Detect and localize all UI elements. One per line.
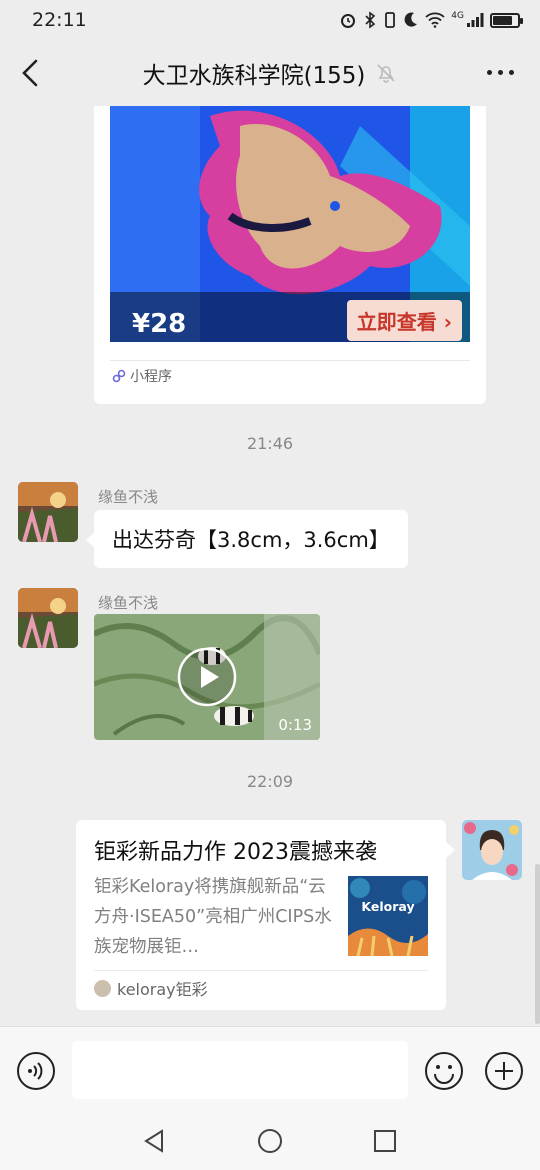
view-now-button[interactable]: 立即查看 › <box>346 300 462 341</box>
video-duration: 0:13 <box>278 716 312 734</box>
scrollbar[interactable] <box>535 864 540 1024</box>
divider <box>94 970 428 971</box>
bluetooth-icon <box>365 11 376 29</box>
message-input[interactable] <box>72 1041 408 1099</box>
system-navigation <box>0 1114 540 1170</box>
emoji-icon[interactable] <box>424 1051 464 1091</box>
article-card[interactable]: 钜彩新品力作 2023震撼来袭 钜彩Keloray将携旗舰新品“云方舟·ISEA… <box>76 820 455 1010</box>
mini-program-icon <box>112 369 126 383</box>
article-thumb-brand: Keloray <box>361 899 415 914</box>
avatar[interactable] <box>18 482 78 542</box>
bell-off-icon <box>377 64 395 83</box>
chevron-left-icon[interactable] <box>18 58 44 88</box>
message-text: 出达芬奇【3.8cm，3.6cm】 <box>112 528 390 552</box>
battery-icon <box>490 12 523 28</box>
mini-program-card[interactable]: ¥28 立即查看 › 小程序 <box>94 106 486 404</box>
avatar[interactable] <box>18 588 78 648</box>
message-bubble[interactable]: 出达芬奇【3.8cm，3.6cm】 <box>86 510 408 568</box>
sender-name: 缘鱼不浅 <box>98 594 159 612</box>
moon-icon <box>404 12 418 27</box>
home-circle-icon[interactable] <box>257 1128 283 1154</box>
mini-program-label: 小程序 <box>130 369 172 385</box>
article-source-name: keloray钜彩 <box>117 980 208 999</box>
view-now-label: 立即查看 <box>356 310 437 334</box>
status-bar: 22:11 4G <box>0 0 540 40</box>
chat-area: ¥28 立即查看 › 小程序 21:46 缘鱼不浅 出达芬奇【3.8cm，3.6… <box>0 106 540 1026</box>
article-description: 钜彩Keloray将携旗舰新品“云方舟·ISEA50”亮相广州CIPS水族宠物展… <box>94 877 332 957</box>
play-icon[interactable] <box>177 647 237 707</box>
vibrate-icon <box>385 12 396 28</box>
voice-icon[interactable] <box>16 1051 56 1091</box>
more-icon[interactable] <box>487 70 514 75</box>
video-message[interactable]: 0:13 <box>94 614 320 740</box>
sender-name: 缘鱼不浅 <box>98 488 159 506</box>
my-avatar[interactable] <box>462 820 522 880</box>
article-source: keloray钜彩 <box>94 976 208 1000</box>
product-image: ¥28 立即查看 › <box>110 106 470 342</box>
status-icons: 4G <box>339 11 523 29</box>
divider <box>110 360 470 361</box>
chat-header: 大卫水族科学院(155) <box>0 40 540 106</box>
network-type: 4G <box>451 11 464 21</box>
timestamp: 21:46 <box>246 434 294 453</box>
signal-icon <box>467 13 484 27</box>
alarm-icon <box>341 14 356 28</box>
mini-program-source: 小程序 <box>112 366 172 386</box>
product-price: ¥28 <box>132 309 187 339</box>
plus-icon[interactable] <box>484 1051 524 1091</box>
back-triangle-icon[interactable] <box>142 1128 166 1154</box>
source-avatar <box>94 979 111 997</box>
timestamp: 22:09 <box>246 772 294 791</box>
article-thumbnail: Keloray <box>348 876 428 956</box>
recents-square-icon[interactable] <box>373 1129 397 1153</box>
article-title: 钜彩新品力作 2023震撼来袭 <box>94 840 377 865</box>
wifi-icon <box>425 12 445 28</box>
page-title: 大卫水族科学院(155) <box>142 63 366 89</box>
input-bar <box>0 1026 540 1114</box>
status-time: 22:11 <box>32 9 87 31</box>
